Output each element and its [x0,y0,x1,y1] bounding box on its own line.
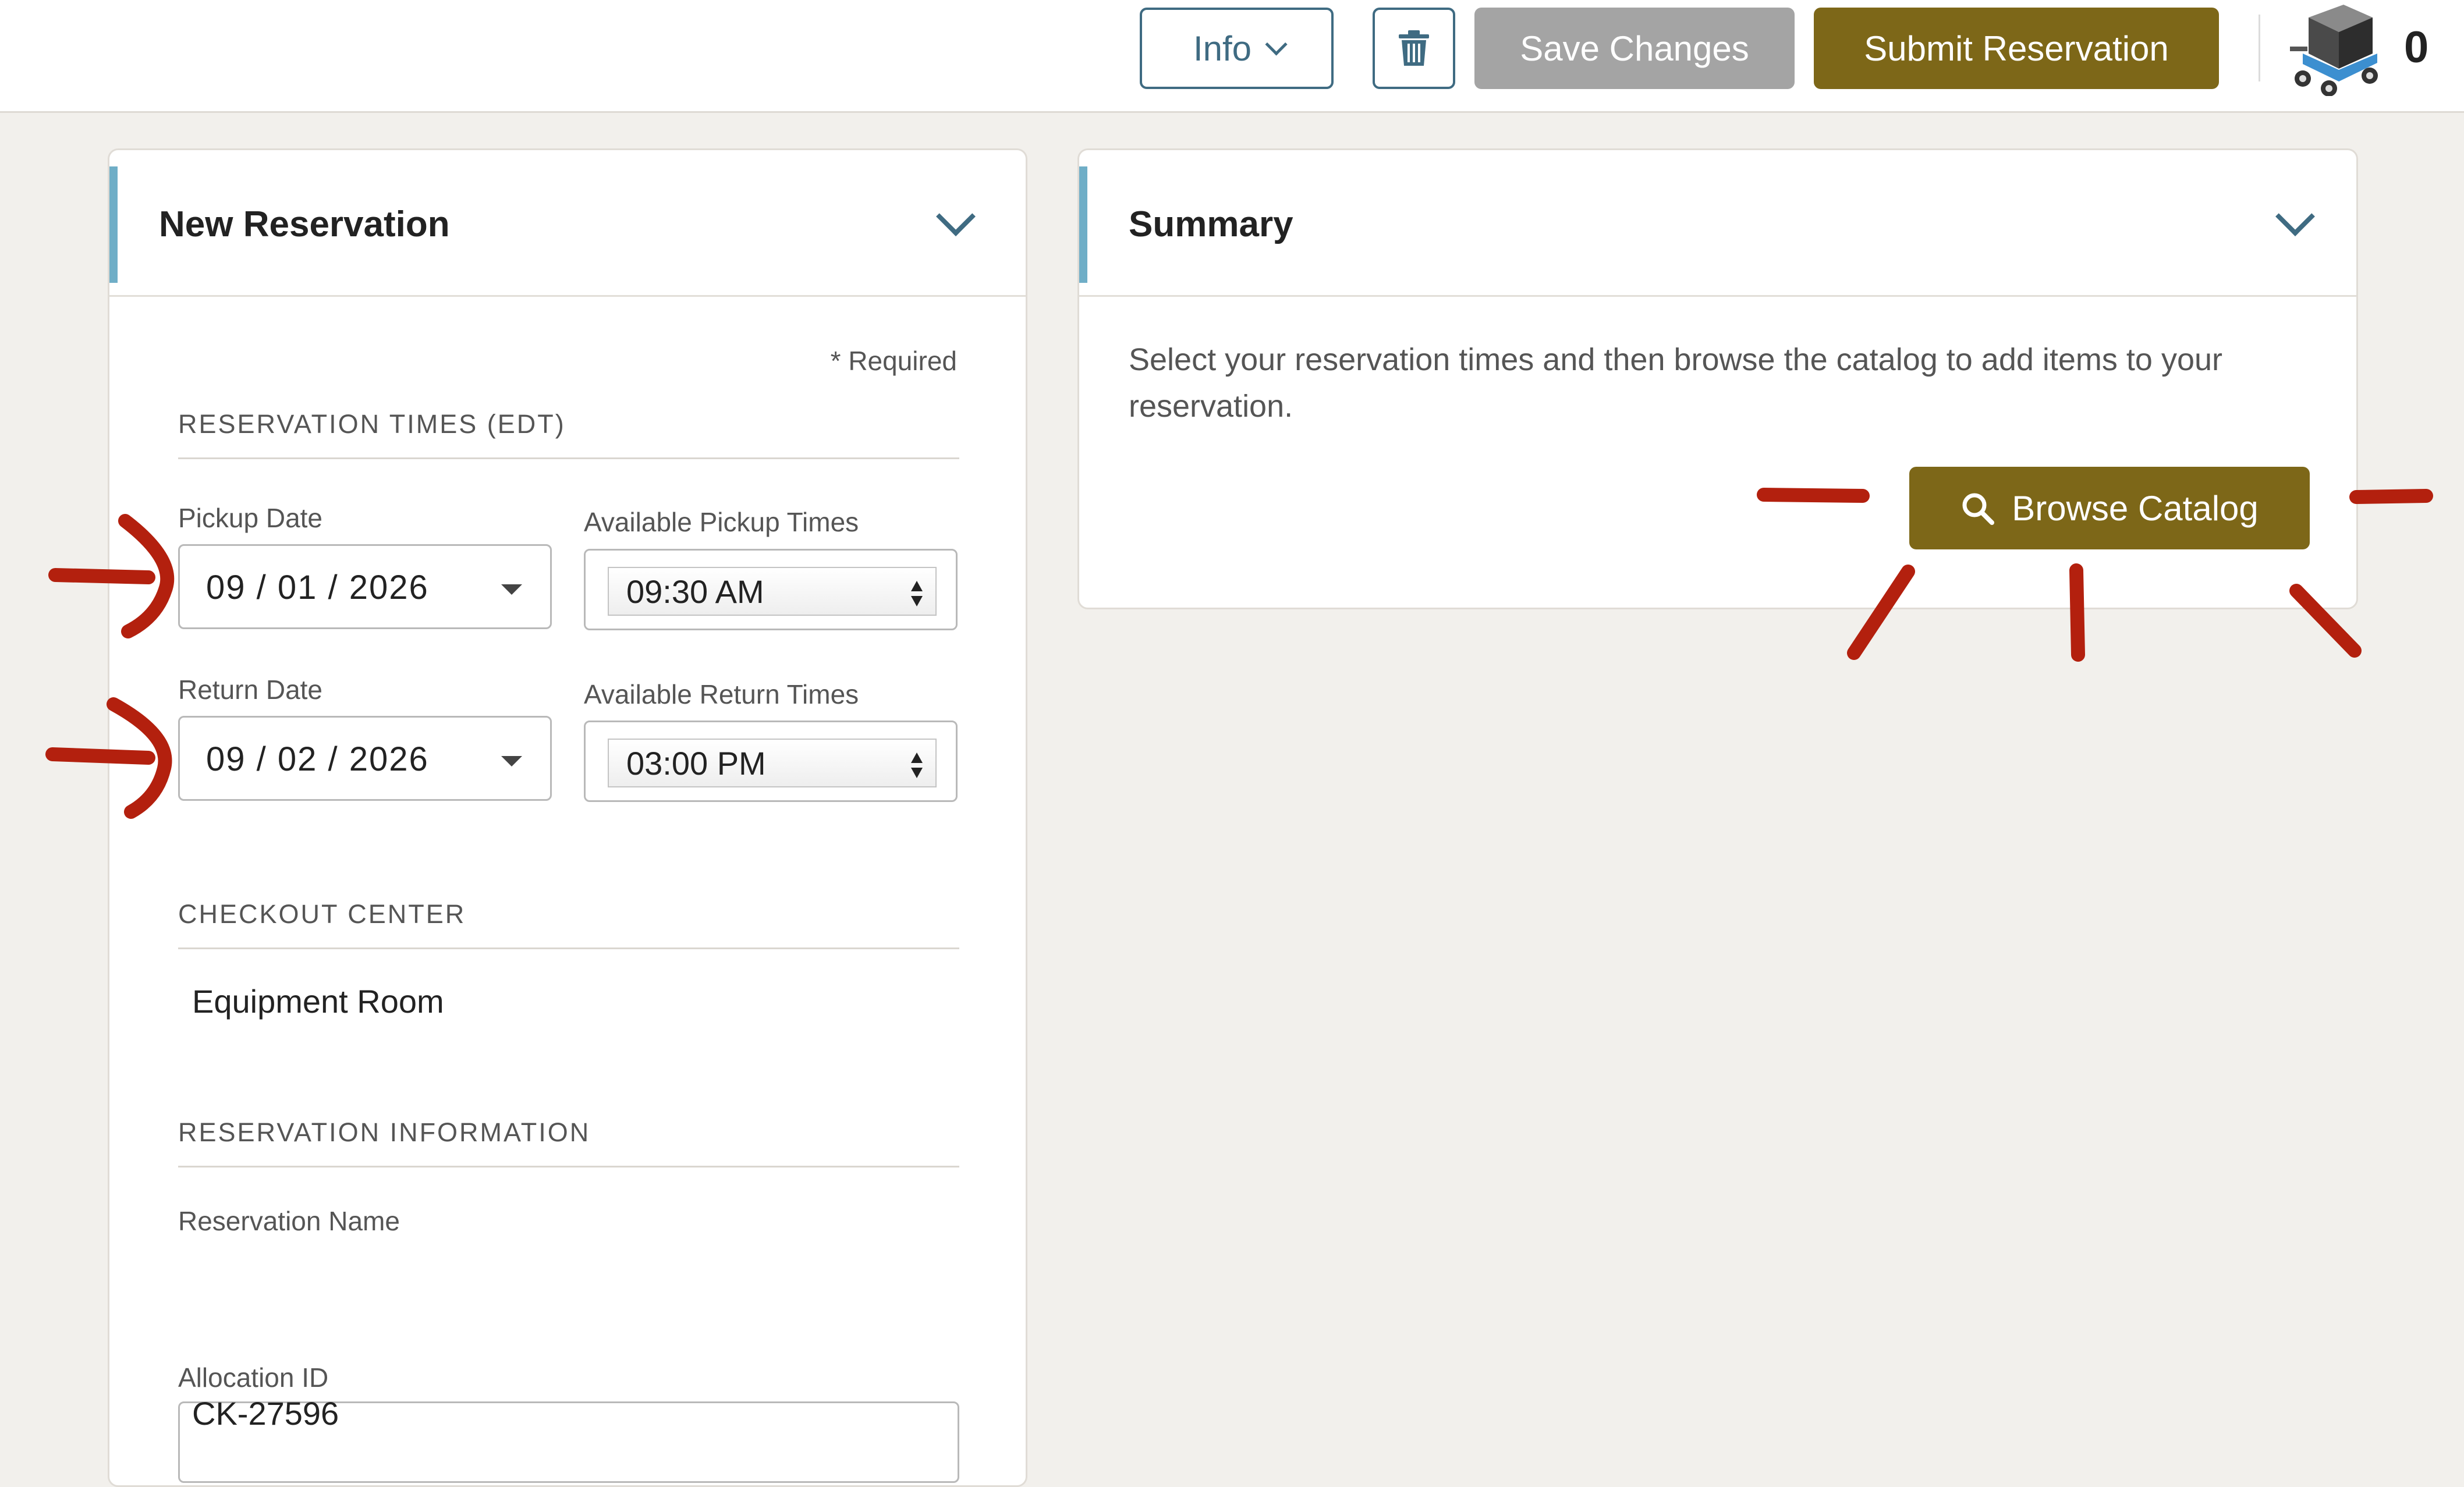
cart-count: 0 [2404,23,2429,72]
chevron-down-icon[interactable] [2275,197,2315,236]
allocation-id-value: CK-27596 [192,1395,339,1432]
allocation-id-label: Allocation ID [178,1362,329,1393]
checkout-center-value: Equipment Room [192,983,444,1020]
caret-down-icon[interactable] [501,756,522,766]
reservation-information-section-title: RESERVATION INFORMATION [178,1117,591,1147]
chevron-down-icon[interactable] [936,197,976,236]
checkout-center-section-title: CHECKOUT CENTER [178,899,466,929]
browse-catalog-label: Browse Catalog [2012,488,2259,528]
save-changes-button[interactable]: Save Changes [1474,8,1795,89]
caret-down-icon[interactable] [501,584,522,595]
select-arrows-icon [911,753,923,778]
info-button-label: Info [1193,29,1252,68]
pickup-time-select[interactable]: 09:30 AM [584,549,958,630]
new-reservation-card: New Reservation * Required RESERVATION T… [108,148,1027,1487]
header-accent-bar [1079,166,1087,283]
info-dropdown-button[interactable]: Info [1140,8,1334,89]
section-divider [178,457,959,459]
cart-icon[interactable] [2285,0,2384,96]
section-divider [178,947,959,949]
return-date-input[interactable]: 09 / 02 / 2026 [178,716,552,801]
return-time-value: 03:00 PM [626,745,766,782]
header-accent-bar [109,166,118,283]
trash-icon [1399,30,1429,66]
new-reservation-header[interactable]: New Reservation [109,150,1026,297]
reservation-times-section-title: RESERVATION TIMES (EDT) [178,409,566,439]
reservation-name-label: Reservation Name [178,1206,400,1236]
summary-instructions: Select your reservation times and then b… [1129,342,2223,424]
pickup-date-input[interactable]: 09 / 01 / 2026 [178,544,552,629]
return-date-label: Return Date [178,675,323,705]
summary-title: Summary [1129,204,1293,244]
annotation-ray [2349,489,2433,504]
section-divider [178,1166,959,1167]
toolbar-divider [2259,15,2260,81]
search-icon [1962,493,1995,525]
submit-reservation-button[interactable]: Submit Reservation [1814,8,2219,89]
top-toolbar: Info Save Changes Submit Reservation 0 [0,0,2464,113]
pickup-date-label: Pickup Date [178,503,323,533]
return-date-value: 09 / 02 / 2026 [206,740,429,778]
return-times-label: Available Return Times [584,679,859,709]
pickup-time-value: 09:30 AM [626,573,764,610]
new-reservation-title: New Reservation [159,204,450,244]
return-time-select[interactable]: 03:00 PM [584,721,958,802]
pickup-date-value: 09 / 01 / 2026 [206,569,429,606]
browse-catalog-button[interactable]: Browse Catalog [1909,467,2310,549]
required-note: * Required [830,346,957,376]
pickup-times-label: Available Pickup Times [584,507,859,537]
chevron-down-icon [1265,33,1288,56]
delete-button[interactable] [1373,8,1455,89]
select-arrows-icon [911,581,923,606]
summary-header[interactable]: Summary [1079,150,2356,297]
